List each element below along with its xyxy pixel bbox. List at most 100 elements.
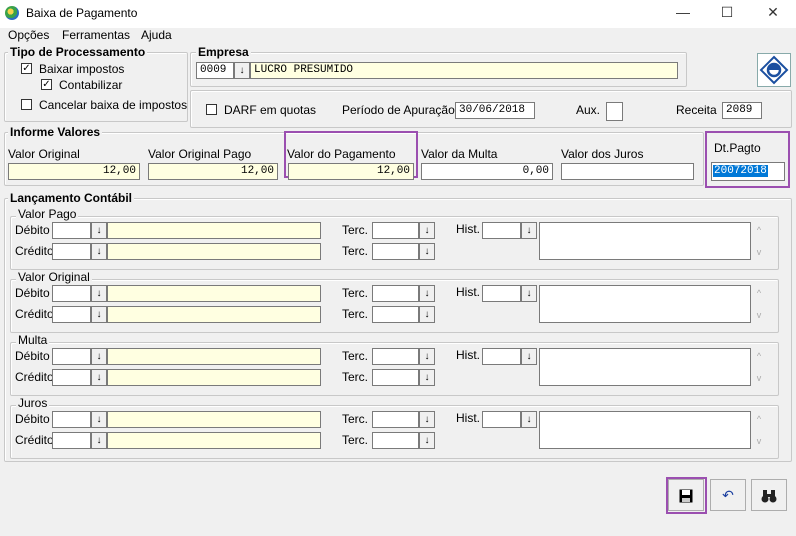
app-icon <box>5 6 19 20</box>
juros-credito-terc-field[interactable] <box>372 432 419 449</box>
dtpagto-field[interactable]: 20072018 <box>711 162 785 181</box>
binoculars-icon <box>761 490 777 503</box>
multa-hist-textarea[interactable] <box>539 348 751 386</box>
valor-original-debito-terc-label: Terc. <box>342 286 369 300</box>
multa-debito-terc-dropdown-icon[interactable]: ↓ <box>419 348 435 365</box>
valor-original-credito-terc-dropdown-icon[interactable]: ↓ <box>419 306 435 323</box>
valor-pago-credito-label: Crédito <box>15 244 54 258</box>
valor-juros-field[interactable] <box>561 163 694 180</box>
undo-button[interactable]: ↶ <box>710 479 746 511</box>
juros-debito-terc-field[interactable] <box>372 411 419 428</box>
valor-pago-hist-code-field[interactable] <box>482 222 521 239</box>
close-button[interactable]: ✕ <box>758 4 788 24</box>
group-juros-title: Juros <box>16 396 50 410</box>
valor-original-debito-name-field[interactable] <box>107 285 321 302</box>
multa-debito-name-field[interactable] <box>107 348 321 365</box>
juros-credito-dropdown-icon[interactable]: ↓ <box>91 432 107 449</box>
valor-pago-credito-terc-label: Terc. <box>342 244 369 258</box>
menu-ajuda[interactable]: Ajuda <box>141 28 172 42</box>
empresa-code-field[interactable]: 0009 <box>196 62 234 79</box>
multa-debito-terc-label: Terc. <box>342 349 369 363</box>
valor-original-credito-name-field[interactable] <box>107 306 321 323</box>
multa-debito-label: Débito <box>15 349 50 363</box>
valor-multa-field[interactable]: 0,00 <box>421 163 553 180</box>
juros-debito-code-field[interactable] <box>52 411 91 428</box>
juros-hist-code-field[interactable] <box>482 411 521 428</box>
multa-debito-terc-field[interactable] <box>372 348 419 365</box>
empresa-title: Empresa <box>196 45 251 59</box>
valor-pago-scroll-down-icon[interactable]: v <box>753 247 765 257</box>
find-button[interactable] <box>751 479 787 511</box>
receita-field[interactable]: 2089 <box>722 102 762 119</box>
undo-icon: ↶ <box>722 487 734 503</box>
multa-hist-code-field[interactable] <box>482 348 521 365</box>
valor-original-scroll-up-icon[interactable]: ^ <box>753 288 765 298</box>
menu-ferramentas[interactable]: Ferramentas <box>62 28 130 42</box>
multa-credito-code-field[interactable] <box>52 369 91 386</box>
cancelar-baixa-checkbox[interactable] <box>21 99 32 110</box>
juros-hist-textarea[interactable] <box>539 411 751 449</box>
juros-debito-dropdown-icon[interactable]: ↓ <box>91 411 107 428</box>
valor-original-field[interactable]: 12,00 <box>8 163 140 180</box>
juros-debito-name-field[interactable] <box>107 411 321 428</box>
juros-hist-dropdown-icon[interactable]: ↓ <box>521 411 537 428</box>
valor-pago-debito-terc-dropdown-icon[interactable]: ↓ <box>419 222 435 239</box>
juros-credito-terc-dropdown-icon[interactable]: ↓ <box>419 432 435 449</box>
juros-credito-terc-label: Terc. <box>342 433 369 447</box>
valor-pago-debito-code-field[interactable] <box>52 222 91 239</box>
periodo-field[interactable]: 30/06/2018 <box>455 102 535 119</box>
valor-pago-credito-code-field[interactable] <box>52 243 91 260</box>
multa-credito-dropdown-icon[interactable]: ↓ <box>91 369 107 386</box>
multa-scroll-up-icon[interactable]: ^ <box>753 351 765 361</box>
valor-pago-debito-dropdown-icon[interactable]: ↓ <box>91 222 107 239</box>
empresa-name-field[interactable]: LUCRO PRESUMIDO <box>250 62 678 79</box>
valor-pago-credito-terc-dropdown-icon[interactable]: ↓ <box>419 243 435 260</box>
valor-original-credito-terc-field[interactable] <box>372 306 419 323</box>
juros-scroll-up-icon[interactable]: ^ <box>753 414 765 424</box>
valor-pago-debito-terc-field[interactable] <box>372 222 419 239</box>
multa-debito-code-field[interactable] <box>52 348 91 365</box>
valor-pago-credito-name-field[interactable] <box>107 243 321 260</box>
darf-quotas-checkbox[interactable] <box>206 104 217 115</box>
valor-original-credito-dropdown-icon[interactable]: ↓ <box>91 306 107 323</box>
minimize-button[interactable]: — <box>668 4 698 24</box>
valor-original-pago-field[interactable]: 12,00 <box>148 163 278 180</box>
valor-original-debito-code-field[interactable] <box>52 285 91 302</box>
aux-field[interactable] <box>606 102 623 121</box>
valor-original-hist-code-field[interactable] <box>482 285 521 302</box>
valor-pago-hist-dropdown-icon[interactable]: ↓ <box>521 222 537 239</box>
valor-original-credito-code-field[interactable] <box>52 306 91 323</box>
menu-opcoes[interactable]: Opções <box>8 28 49 42</box>
multa-debito-dropdown-icon[interactable]: ↓ <box>91 348 107 365</box>
save-button[interactable] <box>668 479 704 511</box>
juros-scroll-down-icon[interactable]: v <box>753 436 765 446</box>
valor-original-scroll-down-icon[interactable]: v <box>753 310 765 320</box>
juros-credito-name-field[interactable] <box>107 432 321 449</box>
juros-credito-code-field[interactable] <box>52 432 91 449</box>
valor-original-debito-terc-dropdown-icon[interactable]: ↓ <box>419 285 435 302</box>
valor-original-hist-dropdown-icon[interactable]: ↓ <box>521 285 537 302</box>
multa-hist-dropdown-icon[interactable]: ↓ <box>521 348 537 365</box>
group-valor-original-title: Valor Original <box>16 270 92 284</box>
valor-pago-credito-dropdown-icon[interactable]: ↓ <box>91 243 107 260</box>
multa-credito-terc-field[interactable] <box>372 369 419 386</box>
valor-pago-credito-terc-field[interactable] <box>372 243 419 260</box>
empresa-dropdown-icon[interactable]: ↓ <box>234 62 250 79</box>
multa-scroll-down-icon[interactable]: v <box>753 373 765 383</box>
juros-debito-terc-dropdown-icon[interactable]: ↓ <box>419 411 435 428</box>
maximize-button[interactable]: ☐ <box>712 4 742 24</box>
baixar-impostos-checkbox[interactable]: ✓ <box>21 63 32 74</box>
valor-pago-debito-name-field[interactable] <box>107 222 321 239</box>
valor-pago-scroll-up-icon[interactable]: ^ <box>753 225 765 235</box>
valor-pagamento-field[interactable]: 12,00 <box>288 163 414 180</box>
informe-valores-title: Informe Valores <box>8 125 103 139</box>
juros-hist-label: Hist. <box>456 411 480 425</box>
aux-label: Aux. <box>576 103 601 117</box>
valor-original-debito-dropdown-icon[interactable]: ↓ <box>91 285 107 302</box>
valor-original-debito-terc-field[interactable] <box>372 285 419 302</box>
multa-credito-terc-dropdown-icon[interactable]: ↓ <box>419 369 435 386</box>
multa-credito-name-field[interactable] <box>107 369 321 386</box>
valor-pago-hist-textarea[interactable] <box>539 222 751 260</box>
contabilizar-checkbox[interactable]: ✓ <box>41 79 52 90</box>
valor-original-hist-textarea[interactable] <box>539 285 751 323</box>
